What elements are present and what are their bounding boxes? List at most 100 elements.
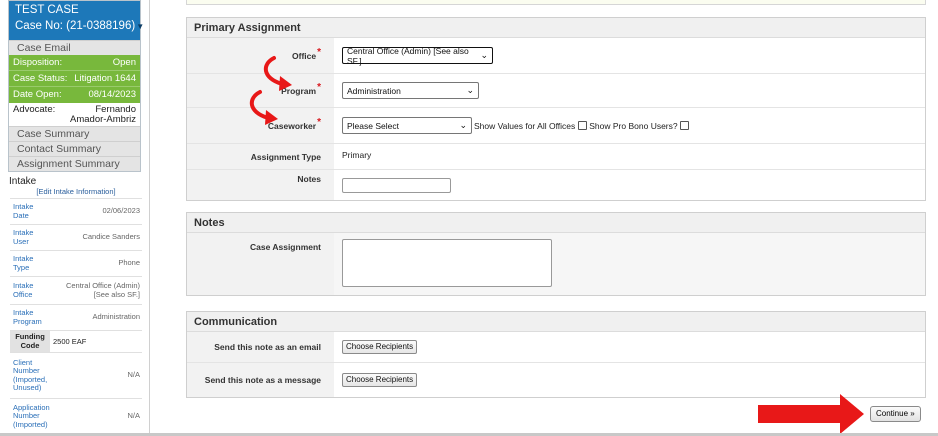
- caseworker-select[interactable]: Please Select ⌄: [342, 117, 472, 134]
- caseworker-value-cell: Please Select ⌄ Show Values for All Offi…: [334, 108, 925, 143]
- intake-row: Intake Program Administration: [10, 304, 142, 330]
- intake-row-key: Application Number (Imported): [13, 402, 50, 429]
- assignment-summary-link[interactable]: Assignment Summary: [9, 156, 140, 171]
- notes-input[interactable]: [342, 177, 451, 193]
- case-assignment-cell: [334, 233, 925, 295]
- show-pro-bono-label: Show Pro Bono Users?: [589, 120, 678, 131]
- intake-row: Intake Type Phone: [10, 250, 142, 276]
- case-number[interactable]: Case No: (21-0388196)▼: [15, 18, 144, 35]
- case-status-row: Case Status: Litigation 1644: [9, 71, 140, 87]
- case-card: TEST CASE Case No: (21-0388196)▼ Case Em…: [8, 0, 144, 172]
- edit-intake-link[interactable]: [Edit Intake Information]: [10, 187, 142, 196]
- main-content: Primary Assignment Office * Central Offic…: [150, 0, 938, 436]
- contact-summary-link[interactable]: Contact Summary: [9, 141, 140, 156]
- chevron-down-icon: ⌄: [480, 50, 488, 60]
- disposition-label: Disposition:: [13, 57, 63, 68]
- intake-row-key: Intake Office: [13, 281, 34, 299]
- triangle-down-icon[interactable]: ▼: [136, 22, 144, 31]
- caseworker-select-value: Please Select: [347, 120, 399, 131]
- intake-row: Intake User Candice Sanders: [10, 224, 142, 250]
- office-select-value: Central Office (Admin) [See also SF.]: [347, 45, 469, 66]
- primary-assignment-title: Primary Assignment: [187, 18, 925, 38]
- intake-list: Intake Date 02/06/2023 Intake User Candice…: [10, 198, 142, 434]
- case-email-link[interactable]: Case Email: [9, 40, 140, 55]
- program-label: Program *: [187, 74, 334, 107]
- required-star: *: [317, 47, 321, 58]
- notes-label: Notes: [187, 170, 334, 200]
- communication-panel: Communication Send this note as an email…: [186, 311, 926, 398]
- intake-row-value: Candice Sanders: [82, 232, 140, 242]
- send-message-label: Send this note as a message: [187, 363, 334, 397]
- office-value-cell: Central Office (Admin) [See also SF.] ⌄: [334, 38, 925, 73]
- disposition-value: Open: [112, 57, 136, 68]
- disposition-row: Disposition: Open: [9, 55, 140, 71]
- left-sidebar: TEST CASE Case No: (21-0388196)▼ Case Em…: [0, 0, 150, 436]
- intake-row-key: Intake Type: [13, 254, 34, 272]
- case-status-label: Case Status:: [13, 73, 68, 84]
- intake-row: Application Number (Imported) N/A: [10, 398, 142, 434]
- intake-title: Intake: [9, 176, 37, 187]
- funding-code-row: Funding Code 2500 EAF: [10, 330, 142, 352]
- chevron-down-icon: ⌄: [466, 85, 474, 95]
- page: TEST CASE Case No: (21-0388196)▼ Case Em…: [0, 0, 938, 436]
- send-email-cell: Choose Recipients: [334, 332, 925, 362]
- choose-recipients-email-button[interactable]: Choose Recipients: [342, 340, 418, 354]
- intake-row: Client Number (Imported, Unused) N/A: [10, 352, 142, 398]
- case-assignment-textarea[interactable]: [342, 239, 552, 287]
- program-row: Program * Administration ⌄: [187, 74, 925, 108]
- assignment-type-label: Assignment Type: [187, 144, 334, 169]
- case-status-box: Disposition: Open Case Status: Litigatio…: [9, 55, 140, 103]
- primary-assignment-panel: Primary Assignment Office * Central Offic…: [186, 17, 926, 201]
- funding-code-value: 2500 EAF: [53, 337, 87, 346]
- show-all-offices-checkbox[interactable]: [578, 121, 588, 130]
- caseworker-row: Caseworker * Please Select ⌄ Show Values …: [187, 108, 925, 144]
- continue-button[interactable]: Continue »: [870, 406, 921, 422]
- advocate-value: Fernando Amador-Ambriz: [70, 105, 136, 124]
- case-number-text: Case No: (21-0388196): [15, 20, 136, 32]
- send-message-cell: Choose Recipients: [334, 363, 925, 397]
- required-star: *: [317, 82, 321, 93]
- advocate-row: Advocate: Fernando Amador-Ambriz: [9, 103, 140, 126]
- case-header: TEST CASE Case No: (21-0388196)▼: [9, 1, 144, 40]
- program-select[interactable]: Administration ⌄: [342, 82, 479, 99]
- chevron-down-icon: ⌄: [459, 120, 467, 130]
- notes-panel: Notes Case Assignment: [186, 212, 926, 296]
- assignment-type-row: Assignment Type Primary: [187, 144, 925, 170]
- notes-title: Notes: [187, 213, 925, 233]
- required-star: *: [317, 117, 321, 128]
- date-open-value: 08/14/2023: [88, 89, 136, 100]
- intake-row-value: N/A: [127, 411, 140, 421]
- send-email-label: Send this note as an email: [187, 332, 334, 362]
- send-message-row: Send this note as a message Choose Recip…: [187, 363, 925, 397]
- office-select[interactable]: Central Office (Admin) [See also SF.] ⌄: [342, 45, 493, 66]
- intake-row-key: Intake Date: [13, 202, 34, 220]
- show-pro-bono-checkbox[interactable]: [679, 121, 689, 130]
- notes-value-cell: [334, 170, 925, 200]
- case-assignment-label: Case Assignment: [187, 233, 334, 295]
- intake-row-value: 02/06/2023: [102, 206, 140, 216]
- intake-row: Intake Date 02/06/2023: [10, 198, 142, 224]
- intake-row-key: Intake User: [13, 228, 34, 246]
- intake-row-value: Phone: [118, 258, 140, 268]
- date-open-label: Date Open:: [13, 89, 62, 100]
- case-status-value: Litigation 1644: [74, 73, 136, 84]
- office-label: Office *: [187, 38, 334, 73]
- intake-row: Intake Office Central Office (Admin) [See …: [10, 276, 142, 304]
- case-summary-link[interactable]: Case Summary: [9, 126, 140, 141]
- caseworker-label: Caseworker *: [187, 108, 334, 143]
- office-row: Office * Central Office (Admin) [See also…: [187, 38, 925, 74]
- advocate-last-name: Amador-Ambriz: [70, 113, 136, 125]
- choose-recipients-message-button[interactable]: Choose Recipients: [342, 373, 418, 387]
- case-title: TEST CASE: [15, 4, 79, 16]
- send-email-row: Send this note as an email Choose Recipi…: [187, 332, 925, 363]
- assignment-type-value: Primary: [334, 144, 925, 169]
- program-select-value: Administration: [347, 85, 401, 96]
- intake-row-key: Client Number (Imported, Unused): [13, 357, 48, 392]
- intake-row-value: Central Office (Admin) [See also SF.]: [65, 281, 140, 299]
- top-panel-edge: [186, 0, 926, 5]
- communication-title: Communication: [187, 312, 925, 332]
- funding-code-label: Funding Code: [10, 331, 50, 352]
- intake-row-value: N/A: [127, 370, 140, 380]
- advocate-label: Advocate:: [13, 104, 56, 115]
- show-all-offices-label: Show Values for All Offices: [474, 120, 576, 131]
